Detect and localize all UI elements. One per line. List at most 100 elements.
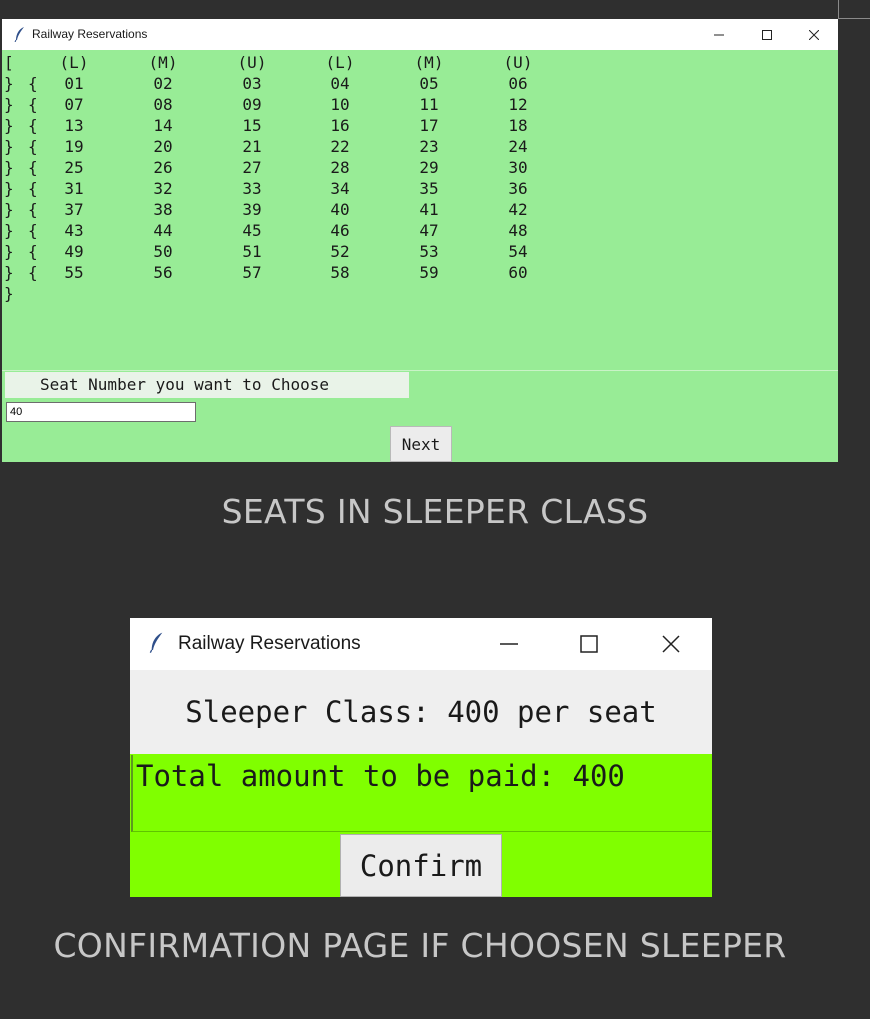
seat-number: 08 xyxy=(153,95,173,114)
maximize-button[interactable] xyxy=(744,19,790,50)
total-amount-text[interactable]: Total amount to be paid: 400 xyxy=(131,755,711,832)
close-icon xyxy=(662,635,680,653)
berth-type-label: (L) xyxy=(325,53,355,72)
grid-bracket: } xyxy=(4,74,14,93)
seat-number: 12 xyxy=(508,95,528,114)
seat-number: 21 xyxy=(242,137,262,156)
seat-number: 20 xyxy=(153,137,173,156)
seat-number: 53 xyxy=(419,242,439,261)
close-icon xyxy=(809,29,819,40)
grid-bracket: [ xyxy=(4,53,14,72)
seat-number: 54 xyxy=(508,242,528,261)
seat-number: 30 xyxy=(508,158,528,177)
berth-type-label: (U) xyxy=(503,53,533,72)
next-button[interactable]: Next xyxy=(390,426,452,462)
grid-bracket: { xyxy=(28,137,38,156)
seat-number: 39 xyxy=(242,200,262,219)
title-bar[interactable]: Railway Reservations xyxy=(2,19,838,50)
berth-type-label: (M) xyxy=(148,53,178,72)
seat-number: 47 xyxy=(419,221,439,240)
seat-number: 07 xyxy=(64,95,84,114)
title-bar[interactable]: Railway Reservations xyxy=(130,618,712,670)
seat-number: 34 xyxy=(330,179,350,198)
grid-bracket: } xyxy=(4,95,14,114)
seat-number: 28 xyxy=(330,158,350,177)
seat-number: 56 xyxy=(153,263,173,282)
confirmation-caption: CONFIRMATION PAGE IF CHOOSEN SLEEPER xyxy=(53,926,787,965)
seat-number: 22 xyxy=(330,137,350,156)
seat-number: 24 xyxy=(508,137,528,156)
seat-number: 41 xyxy=(419,200,439,219)
seat-number: 15 xyxy=(242,116,262,135)
grid-bracket: } xyxy=(4,137,14,156)
seat-number-input[interactable] xyxy=(6,402,196,422)
grid-bracket: { xyxy=(28,158,38,177)
grid-bracket: } xyxy=(4,284,14,303)
seat-number: 10 xyxy=(330,95,350,114)
window-title: Railway Reservations xyxy=(178,633,361,654)
seat-number: 37 xyxy=(64,200,84,219)
price-label: Sleeper Class: 400 per seat xyxy=(130,670,712,754)
seat-number: 32 xyxy=(153,179,173,198)
seat-number: 25 xyxy=(64,158,84,177)
seat-number: 59 xyxy=(419,263,439,282)
close-button[interactable] xyxy=(631,618,711,670)
minimize-button[interactable] xyxy=(469,618,549,670)
seat-number: 02 xyxy=(153,74,173,93)
seats-caption: SEATS IN SLEEPER CLASS xyxy=(221,492,649,531)
seat-number: 55 xyxy=(64,263,84,282)
seat-number: 57 xyxy=(242,263,262,282)
seat-number: 16 xyxy=(330,116,350,135)
seat-number: 49 xyxy=(64,242,84,261)
berth-type-label: (L) xyxy=(59,53,89,72)
seat-number: 09 xyxy=(242,95,262,114)
seat-number: 35 xyxy=(419,179,439,198)
berth-type-label: (U) xyxy=(237,53,267,72)
berth-type-label: (M) xyxy=(414,53,444,72)
feather-icon xyxy=(14,26,26,46)
maximize-button[interactable] xyxy=(549,618,629,670)
seat-number: 01 xyxy=(64,74,84,93)
seat-number: 51 xyxy=(242,242,262,261)
seat-number: 40 xyxy=(330,200,350,219)
seat-number: 58 xyxy=(330,263,350,282)
divider xyxy=(2,370,838,371)
seat-number: 18 xyxy=(508,116,528,135)
seat-number: 46 xyxy=(330,221,350,240)
seat-number: 36 xyxy=(508,179,528,198)
close-button[interactable] xyxy=(791,19,837,50)
minimize-icon xyxy=(500,643,518,645)
seat-number: 60 xyxy=(508,263,528,282)
minimize-button[interactable] xyxy=(696,19,742,50)
maximize-icon xyxy=(762,29,772,40)
grid-bracket: { xyxy=(28,95,38,114)
seat-number: 19 xyxy=(64,137,84,156)
seat-number: 03 xyxy=(242,74,262,93)
grid-bracket: } xyxy=(4,179,14,198)
grid-bracket: } xyxy=(4,158,14,177)
screen-edge-line xyxy=(838,0,839,19)
seat-grid: [(L) (M) (U) (L) (M) (U)} {01 02 03 04 05 06} {07 08 0… xyxy=(4,52,828,352)
grid-bracket: { xyxy=(28,74,38,93)
seat-number: 42 xyxy=(508,200,528,219)
seat-number: 17 xyxy=(419,116,439,135)
grid-bracket: { xyxy=(28,242,38,261)
seat-number: 23 xyxy=(419,137,439,156)
seat-number: 11 xyxy=(419,95,439,114)
grid-bracket: { xyxy=(28,116,38,135)
seat-number: 31 xyxy=(64,179,84,198)
feather-icon xyxy=(149,630,165,658)
seat-number: 26 xyxy=(153,158,173,177)
seat-number: 44 xyxy=(153,221,173,240)
seat-number: 38 xyxy=(153,200,173,219)
grid-bracket: { xyxy=(28,179,38,198)
seat-number: 29 xyxy=(419,158,439,177)
seat-number: 45 xyxy=(242,221,262,240)
minimize-icon xyxy=(714,34,724,35)
seat-number: 04 xyxy=(330,74,350,93)
grid-bracket: } xyxy=(4,116,14,135)
confirm-button[interactable]: Confirm xyxy=(340,834,502,897)
seat-number: 43 xyxy=(64,221,84,240)
confirmation-window: Railway Reservations Sleeper Class: 400 … xyxy=(130,618,712,897)
grid-bracket: { xyxy=(28,263,38,282)
